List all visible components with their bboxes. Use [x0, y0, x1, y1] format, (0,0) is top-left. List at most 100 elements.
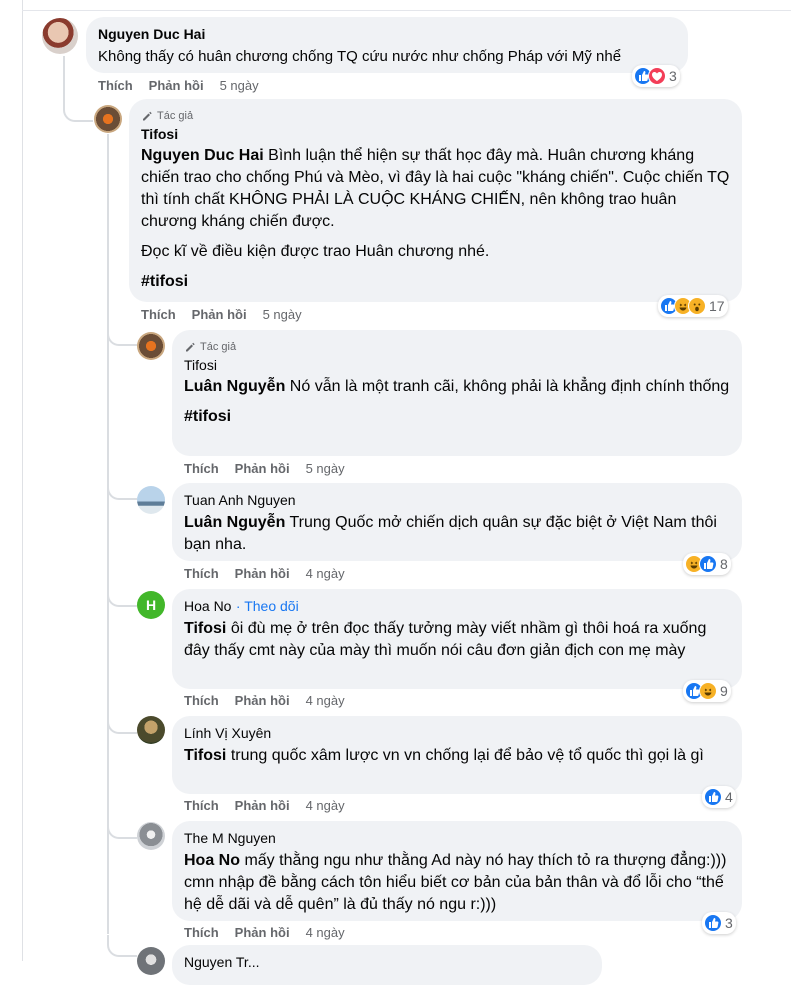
like-button[interactable]: Thích	[184, 566, 219, 581]
thread-curve	[107, 710, 137, 734]
panel-border-left	[22, 0, 23, 961]
reaction-summary[interactable]: 3	[632, 65, 680, 87]
reply-button[interactable]: Phản hồi	[149, 78, 204, 93]
hashtag-link[interactable]: #tifosi	[184, 406, 730, 428]
comment-text: Nó vẫn là một tranh cãi, không phải là k…	[289, 378, 730, 395]
comment-time[interactable]: 4 ngày	[306, 798, 345, 813]
thread-curve	[107, 476, 137, 500]
reply-button[interactable]: Phản hồi	[235, 566, 290, 581]
author-badge: Tác giả	[141, 109, 730, 123]
author-badge-label: Tác giả	[200, 341, 237, 353]
wow-icon	[688, 297, 706, 315]
comment-author[interactable]: Nguyen Duc Hai	[98, 26, 205, 42]
thread-line	[63, 56, 65, 96]
comment-time[interactable]: 5 ngày	[306, 461, 345, 476]
reply-button[interactable]: Phản hồi	[235, 925, 290, 940]
author-badge: Tác giả	[184, 340, 730, 354]
reaction-summary[interactable]: 8	[683, 553, 731, 575]
author-badge-label: Tác giả	[157, 110, 194, 122]
hashtag-link[interactable]: #tifosi	[141, 271, 730, 293]
reply-button[interactable]: Phản hồi	[192, 307, 247, 322]
reaction-count: 3	[725, 915, 733, 931]
like-button[interactable]: Thích	[184, 925, 219, 940]
comment-bubble: Lính Vị Xuyên Tifosi trung quốc xâm lược…	[172, 716, 742, 794]
comment-author[interactable]: Tuan Anh Nguyen	[184, 492, 296, 508]
comment-author[interactable]: Hoa No	[184, 598, 231, 614]
comment-text: Đọc kĩ về điều kiện được trao Huân chươn…	[141, 243, 490, 260]
comment-bubble: Tác giả Tifosi Luân Nguyễn Nó vẫn là một…	[172, 330, 742, 456]
thread-line	[107, 134, 109, 934]
avatar[interactable]: H	[137, 591, 165, 619]
mention-link[interactable]: Luân Nguyễn	[184, 378, 285, 395]
like-icon	[704, 788, 722, 806]
like-icon	[699, 555, 717, 573]
comment-bubble: The M Nguyen Hoa No mấy thằng ngu như th…	[172, 821, 742, 921]
avatar[interactable]	[94, 105, 122, 133]
reaction-summary[interactable]: 17	[658, 295, 728, 317]
reaction-count: 8	[720, 556, 728, 572]
comment-bubble: Tác giả Tifosi Nguyen Duc Hai Bình luận …	[129, 99, 742, 302]
like-button[interactable]: Thích	[98, 78, 133, 93]
comment-author[interactable]: Tifosi	[184, 356, 730, 374]
comment-author[interactable]: Nguyen Tr...	[184, 954, 259, 970]
mention-link[interactable]: Hoa No	[184, 852, 240, 869]
panel-border-top	[22, 10, 791, 11]
mention-link[interactable]: Nguyen Duc Hai	[141, 147, 264, 164]
mention-link[interactable]: Luân Nguyễn	[184, 514, 285, 531]
reaction-summary[interactable]: 4	[702, 786, 736, 808]
comment-bubble: Nguyen Tr...	[172, 945, 602, 985]
comment-bubble: Hoa No · Theo dõi Tifosi ôi đù mẹ ở trên…	[172, 589, 742, 689]
reaction-count: 9	[720, 683, 728, 699]
avatar[interactable]	[42, 18, 78, 54]
comment-actions: Thích Phản hồi 5 ngày	[184, 461, 345, 476]
follow-link[interactable]: · Theo dõi	[236, 598, 299, 614]
like-button[interactable]: Thích	[184, 693, 219, 708]
pencil-icon	[143, 111, 152, 121]
comment-text: trung quốc xâm lược vn vn chống lại để b…	[230, 747, 704, 764]
mention-link[interactable]: Tifosi	[184, 747, 226, 764]
comment-bubble: Tuan Anh Nguyen Luân Nguyễn Trung Quốc m…	[172, 483, 742, 561]
thread-curve	[107, 322, 137, 346]
thread-curve	[107, 815, 137, 839]
comment-time[interactable]: 5 ngày	[220, 78, 259, 93]
comment-actions: Thích Phản hồi 5 ngày	[98, 78, 259, 93]
comment-time[interactable]: 4 ngày	[306, 693, 345, 708]
thread-curve	[63, 96, 93, 122]
haha-icon	[699, 682, 717, 700]
comment-time[interactable]: 4 ngày	[306, 925, 345, 940]
reaction-summary[interactable]: 9	[683, 680, 731, 702]
pencil-icon	[186, 342, 195, 352]
reply-button[interactable]: Phản hồi	[235, 693, 290, 708]
like-button[interactable]: Thích	[184, 461, 219, 476]
comment-text: Không thấy có huân chương chống TQ cứu n…	[98, 48, 622, 65]
avatar[interactable]	[137, 332, 165, 360]
comment-actions: Thích Phản hồi 4 ngày	[184, 693, 345, 708]
comment-text: mấy thằng ngu như thằng Ad này nó hay th…	[184, 852, 727, 913]
like-button[interactable]: Thích	[141, 307, 176, 322]
reaction-count: 4	[725, 789, 733, 805]
comment-actions: Thích Phản hồi 4 ngày	[184, 925, 345, 940]
avatar[interactable]	[137, 947, 165, 975]
reaction-count: 3	[669, 68, 677, 84]
avatar[interactable]	[137, 486, 165, 514]
like-button[interactable]: Thích	[184, 798, 219, 813]
comment-author[interactable]: The M Nguyen	[184, 830, 276, 846]
comment-author[interactable]: Tifosi	[141, 125, 730, 143]
heart-icon	[648, 67, 666, 85]
comment-actions: Thích Phản hồi 4 ngày	[184, 798, 345, 813]
comment-time[interactable]: 4 ngày	[306, 566, 345, 581]
like-icon	[704, 914, 722, 932]
comment-author[interactable]: Lính Vị Xuyên	[184, 725, 271, 741]
comment-time[interactable]: 5 ngày	[263, 307, 302, 322]
thread-curve	[107, 583, 137, 607]
avatar[interactable]	[137, 716, 165, 744]
reaction-count: 17	[709, 298, 725, 314]
comment-actions: Thích Phản hồi 4 ngày	[184, 566, 345, 581]
comment-text: ôi đù mẹ ở trên đọc thấy tưởng mày viết …	[184, 620, 707, 659]
comment-bubble: Nguyen Duc Hai Không thấy có huân chương…	[86, 17, 688, 73]
avatar[interactable]	[137, 822, 165, 850]
reply-button[interactable]: Phản hồi	[235, 461, 290, 476]
reaction-summary[interactable]: 3	[702, 912, 736, 934]
reply-button[interactable]: Phản hồi	[235, 798, 290, 813]
mention-link[interactable]: Tifosi	[184, 620, 226, 637]
